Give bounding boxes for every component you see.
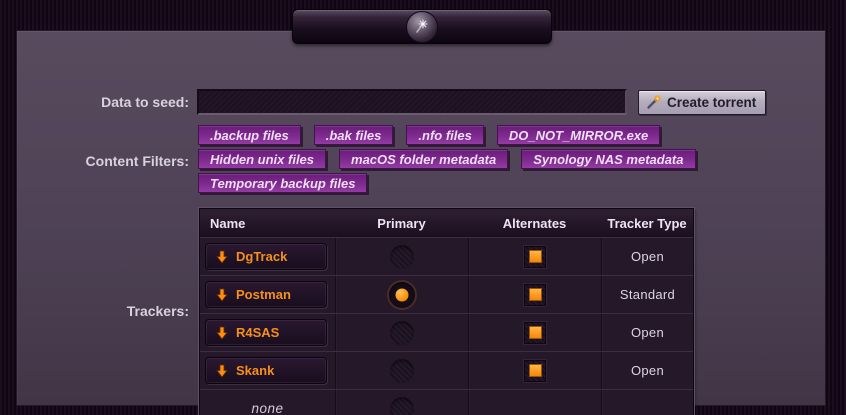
alternates-checkbox[interactable] <box>524 284 546 306</box>
trackers-table-header: NamePrimaryAlternatesTracker Type <box>200 209 693 237</box>
content-filter-chip[interactable]: Synology NAS metadata <box>521 149 695 169</box>
alternates-checkbox[interactable] <box>524 246 546 268</box>
table-cell <box>468 390 601 415</box>
table-cell: Postman <box>200 276 335 313</box>
no-tracker-label: none <box>251 401 283 415</box>
chip-row: Hidden unix files macOS folder metadata Sy… <box>198 149 698 169</box>
tracker-type-label: Standard <box>620 287 675 302</box>
column-header-alternates: Alternates <box>468 209 601 237</box>
table-cell <box>601 390 693 415</box>
content-filter-chip[interactable]: Temporary backup files <box>198 173 367 193</box>
main-panel: Data to seed: Create torrent Conte <box>16 30 826 406</box>
tracker-name-button[interactable]: R4SAS <box>205 319 327 346</box>
content-filter-chips: .backup files .bak files .nfo files DO_NOT_… <box>198 125 698 197</box>
table-cell: Open <box>601 352 693 389</box>
table-cell: DgTrack <box>200 238 335 275</box>
column-header-tracker-type: Tracker Type <box>601 209 693 237</box>
data-to-seed-label: Data to seed: <box>17 94 189 110</box>
content-filter-chip[interactable]: .backup files <box>198 125 301 145</box>
tracker-type-label: Open <box>631 249 664 264</box>
tracker-name-label: DgTrack <box>236 249 287 264</box>
trackers-table: NamePrimaryAlternatesTracker Type DgTrac… <box>199 208 694 415</box>
tracker-name-label: R4SAS <box>236 325 279 340</box>
primary-radio[interactable] <box>390 397 414 415</box>
table-cell <box>335 390 468 415</box>
wand-knob-button[interactable] <box>406 11 438 43</box>
download-arrow-icon <box>216 364 228 378</box>
tracker-row: Skank Open <box>200 351 693 389</box>
torrent-creator-window: Data to seed: Create torrent Conte <box>0 0 846 415</box>
create-torrent-button[interactable]: Create torrent <box>638 90 766 115</box>
table-cell: R4SAS <box>200 314 335 351</box>
tracker-name-label: Postman <box>236 287 291 302</box>
tracker-row: R4SAS Open <box>200 313 693 351</box>
table-cell: Open <box>601 314 693 351</box>
column-header-name: Name <box>200 209 335 237</box>
data-to-seed-input[interactable] <box>197 89 627 115</box>
window-top-bar <box>292 9 552 44</box>
content-filter-chip[interactable]: macOS folder metadata <box>339 149 508 169</box>
tracker-type-label: Open <box>631 325 664 340</box>
tracker-name-label: Skank <box>236 363 274 378</box>
table-cell: Skank <box>200 352 335 389</box>
tracker-row: DgTrack Open <box>200 237 693 275</box>
trackers-label: Trackers: <box>17 303 189 319</box>
tracker-name-button[interactable]: DgTrack <box>205 243 327 270</box>
table-cell <box>335 276 468 313</box>
tracker-name-button[interactable]: Skank <box>205 357 327 384</box>
download-arrow-icon <box>216 326 228 340</box>
table-cell <box>335 314 468 351</box>
primary-radio[interactable] <box>389 282 415 308</box>
tracker-row: Postman Standard <box>200 275 693 313</box>
content-filter-chip[interactable]: .bak files <box>314 125 394 145</box>
tracker-type-label: Open <box>631 363 664 378</box>
table-cell: Open <box>601 238 693 275</box>
table-cell <box>468 314 601 351</box>
column-header-primary: Primary <box>335 209 468 237</box>
table-cell <box>468 352 601 389</box>
primary-radio[interactable] <box>390 321 414 345</box>
primary-radio[interactable] <box>390 245 414 269</box>
download-arrow-icon <box>216 250 228 264</box>
content-filter-chip[interactable]: DO_NOT_MIRROR.exe <box>497 125 660 145</box>
table-cell <box>468 238 601 275</box>
alternates-checkbox[interactable] <box>524 322 546 344</box>
content-filters-label: Content Filters: <box>17 153 189 169</box>
content-filter-chip[interactable]: Hidden unix files <box>198 149 326 169</box>
tracker-name-button[interactable]: Postman <box>205 281 327 308</box>
table-cell: none <box>200 390 335 415</box>
trackers-table-body: DgTrackOpenPostmanStandardR4SASOpenSkank… <box>200 237 693 415</box>
chip-row: .backup files .bak files .nfo files DO_NOT_… <box>198 125 698 145</box>
chip-row: Temporary backup files <box>198 173 698 193</box>
table-cell <box>335 238 468 275</box>
tracker-row: none <box>200 389 693 415</box>
alternates-checkbox[interactable] <box>524 360 546 382</box>
magic-wand-icon <box>646 95 662 110</box>
table-cell <box>468 276 601 313</box>
download-arrow-icon <box>216 288 228 302</box>
primary-radio[interactable] <box>390 359 414 383</box>
table-cell: Standard <box>601 276 693 313</box>
table-cell <box>335 352 468 389</box>
create-torrent-label: Create torrent <box>667 95 756 110</box>
wand-sparkle-icon <box>412 17 432 37</box>
content-filter-chip[interactable]: .nfo files <box>406 125 483 145</box>
